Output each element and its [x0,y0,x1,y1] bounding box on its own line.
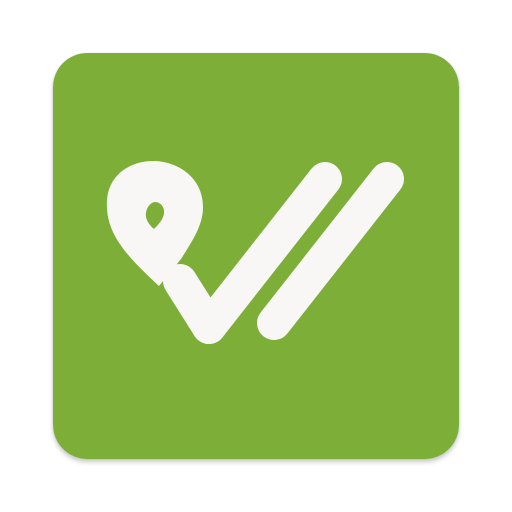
icon-canvas [0,0,512,512]
app-icon-graphic [53,53,459,459]
app-icon[interactable] [53,53,459,459]
